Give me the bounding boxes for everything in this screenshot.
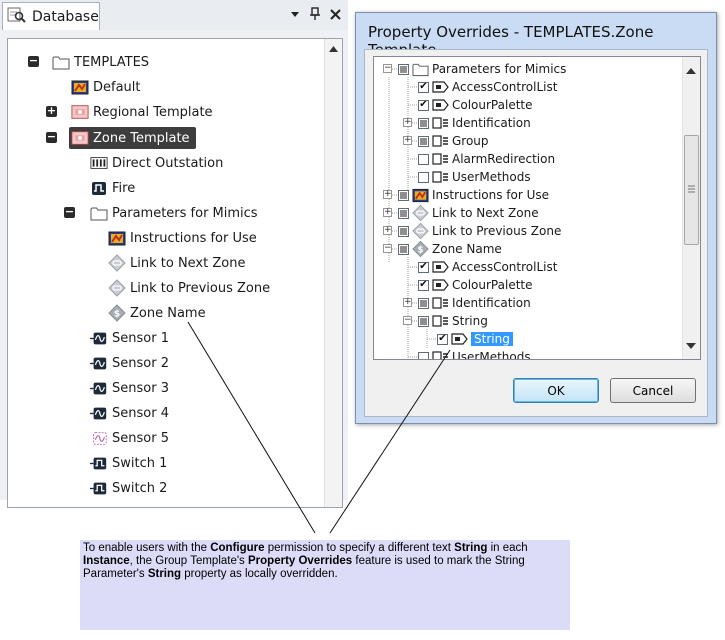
callout-bold: String xyxy=(454,542,488,554)
callout-text: To enable users with the xyxy=(83,542,211,554)
callout-bold: Instance xyxy=(83,555,130,567)
callout-text: permission to specify a different text xyxy=(264,542,455,554)
callout-text: , the Group Template's xyxy=(129,555,248,567)
callout-text: property as locally overridden. xyxy=(181,568,338,580)
callout-text: in each xyxy=(487,542,528,554)
leader-line-string xyxy=(329,349,451,534)
callout-bold: Property Overrides xyxy=(248,555,353,567)
callout-bold: Configure xyxy=(210,542,265,554)
callout-bold: String xyxy=(147,568,182,580)
leader-line-zone-name xyxy=(187,321,316,534)
explanation-callout: To enable users with the Configure permi… xyxy=(80,540,570,630)
